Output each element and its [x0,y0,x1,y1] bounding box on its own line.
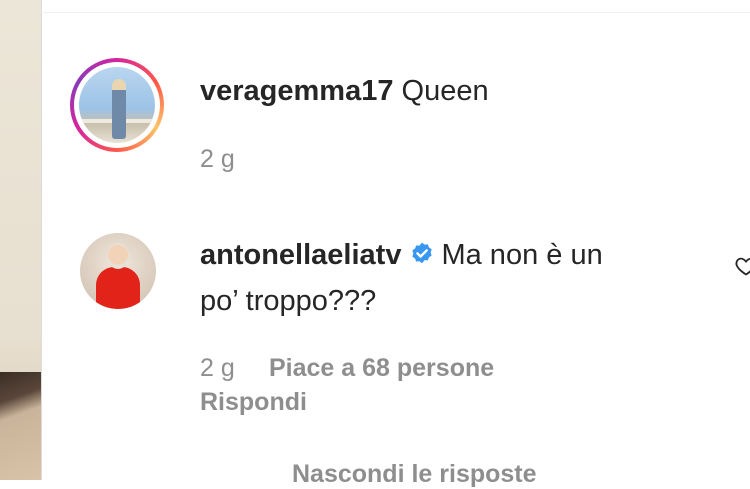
left-image-strip [0,0,42,480]
top-divider [41,12,750,13]
comment-text-line: antonellaeliatv Ma non è un [200,236,603,277]
comment-text-line: veragemma17 Queen [200,72,489,110]
comment-text: Ma non è un [441,239,603,271]
avatar[interactable] [80,233,156,309]
avatar [79,67,155,143]
comment-username[interactable]: veragemma17 [200,75,393,107]
verified-badge-icon [409,239,435,277]
comment-time[interactable]: 2 g [200,145,235,174]
hide-replies-label: Nascondi le risposte [292,460,537,488]
heart-icon[interactable] [734,254,750,278]
comment-text: Queen [401,75,489,107]
likes-count-link[interactable]: Piace a 68 persone [269,354,494,383]
comment-time[interactable]: 2 g [200,354,235,383]
avatar-story-ring[interactable] [70,58,164,152]
comment-username[interactable]: antonellaeliatv [200,239,401,271]
comment-text-continuation: po’ troppo??? [200,285,377,317]
hide-replies-button[interactable]: Nascondi le risposte [292,460,537,489]
partial-background-photo [0,372,41,480]
reply-button[interactable]: Rispondi [200,388,307,417]
